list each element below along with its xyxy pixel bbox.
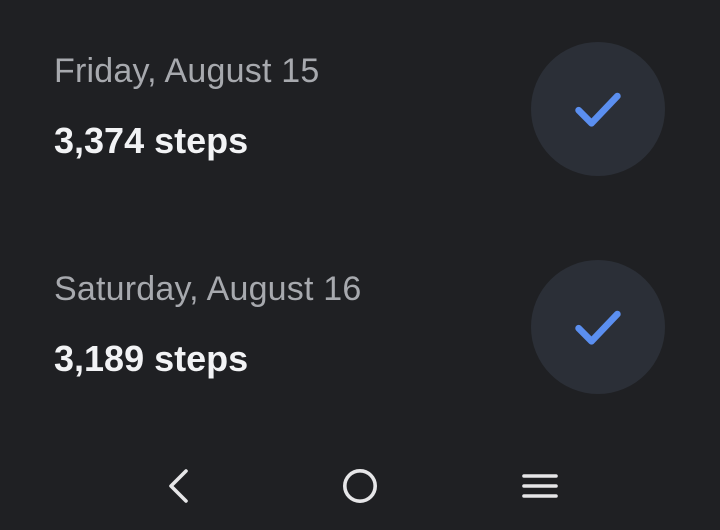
goal-complete-button[interactable] [531, 42, 665, 176]
checkmark-icon [575, 310, 621, 345]
system-navigation-bar [0, 440, 720, 530]
day-steps-count: 3,374 steps [54, 120, 249, 161]
home-circle-icon [343, 469, 377, 503]
day-row-saturday[interactable]: Saturday, August 16 3,189 steps [0, 240, 720, 420]
home-button[interactable] [330, 458, 390, 514]
goal-complete-button[interactable] [531, 260, 665, 394]
recent-apps-icon [522, 474, 558, 498]
day-date-label: Friday, August 15 [54, 52, 320, 90]
day-steps-count: 3,189 steps [54, 338, 249, 379]
day-date-label: Saturday, August 16 [54, 270, 362, 308]
recent-apps-button[interactable] [510, 458, 570, 514]
back-chevron-icon [169, 469, 188, 503]
back-button[interactable] [150, 458, 210, 514]
day-row-friday[interactable]: Friday, August 15 3,374 steps [0, 22, 720, 202]
checkmark-icon [575, 92, 621, 127]
